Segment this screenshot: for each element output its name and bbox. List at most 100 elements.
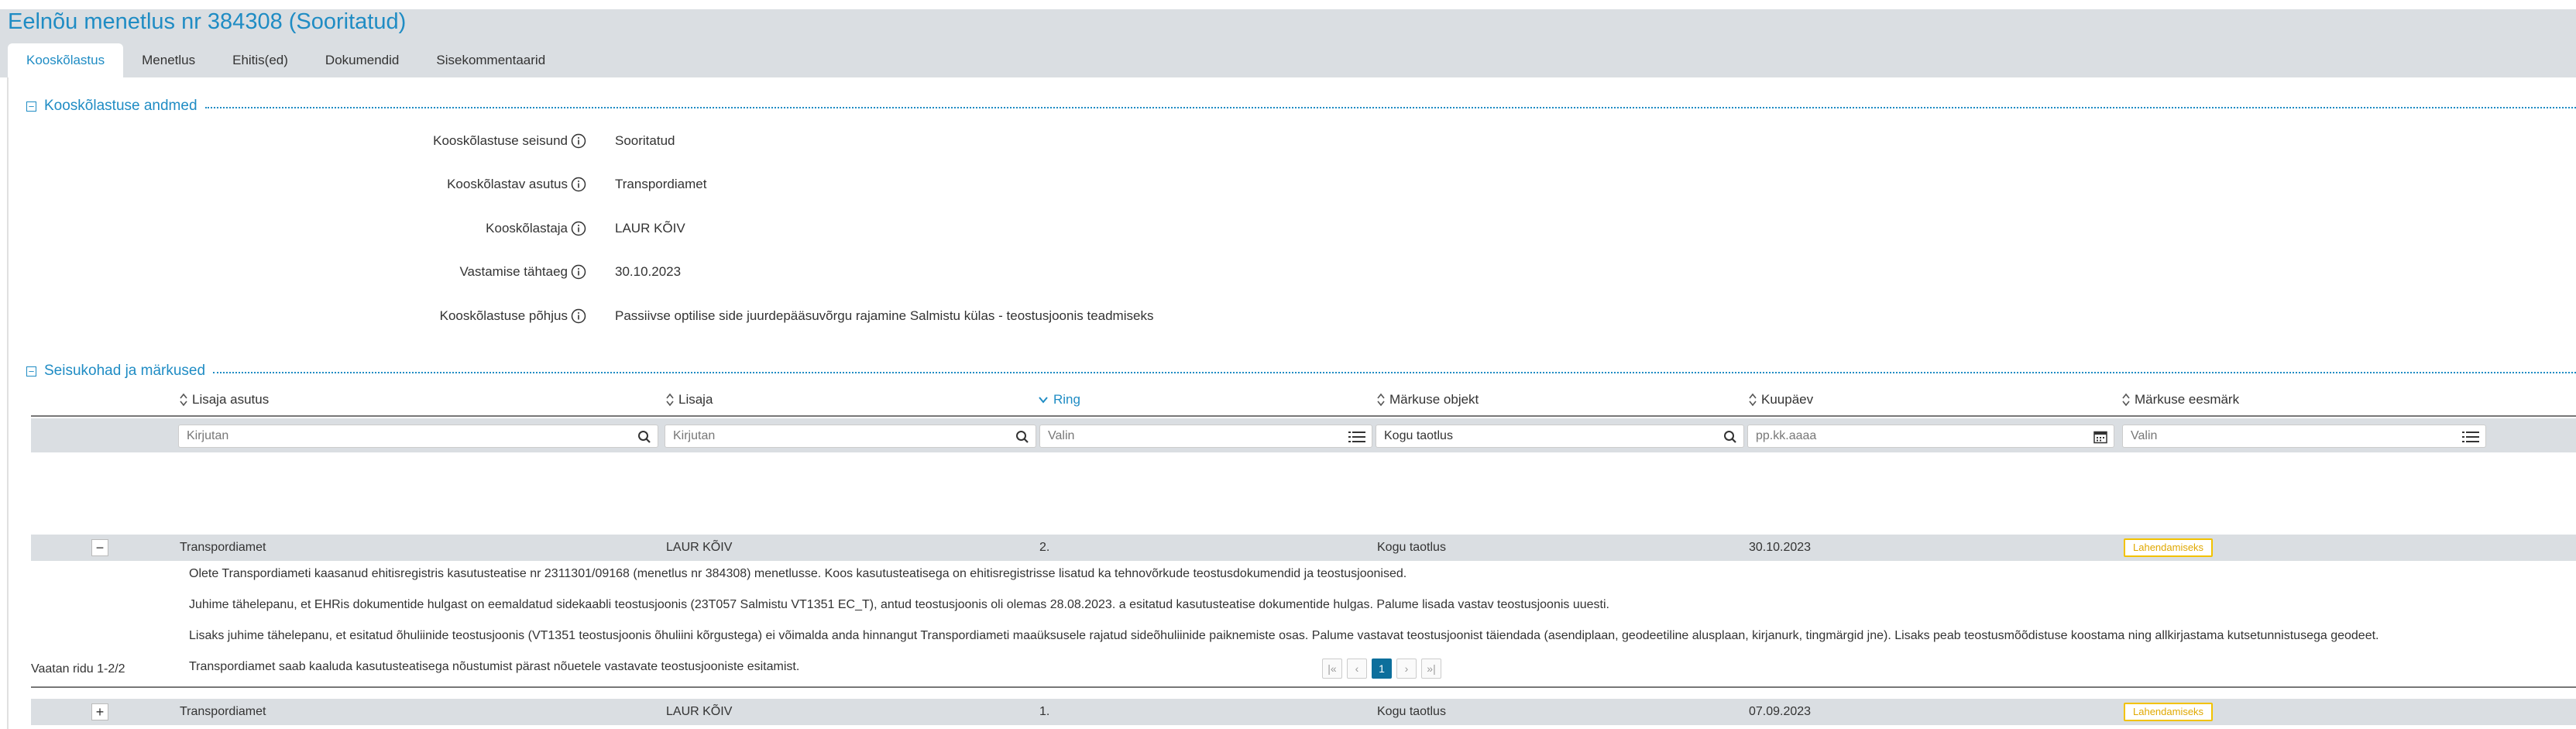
sort-icon	[180, 393, 187, 407]
grid-header: Lisaja asutus Lisaja Ring Märkuse objekt…	[31, 387, 2576, 417]
tab-sisekommentaarid[interactable]: Sisekommentaarid	[417, 43, 564, 77]
collapse-row-button[interactable]: −	[91, 539, 108, 556]
field-label: Kooskõlastuse põhjus	[439, 308, 568, 323]
filter-asutus	[178, 425, 658, 448]
cell-lisaja: LAUR KÕIV	[666, 705, 733, 718]
status-badge: Lahendamiseks	[2124, 703, 2214, 721]
section-title: Seisukohad ja märkused	[44, 363, 206, 379]
field-value: LAUR KÕIV	[615, 221, 685, 236]
tab-ehitised[interactable]: Ehitis(ed)	[214, 43, 307, 77]
column-header-markuse-eesmark[interactable]: Märkuse eesmärk	[2122, 392, 2239, 407]
table-row[interactable]: − Transpordiamet LAUR KÕIV 2. Kogu taotl…	[31, 535, 2576, 561]
pager-first-button[interactable]: |«	[1322, 659, 1342, 679]
status-badge: Lahendamiseks	[2124, 538, 2214, 557]
cell-objekt: Kogu taotlus	[1377, 705, 1446, 718]
column-label: Ring	[1053, 392, 1080, 407]
cell-ring: 2.	[1039, 541, 1050, 554]
page-header: Eelnõu menetlus nr 384308 (Sooritatud) K…	[0, 9, 2576, 77]
column-header-lisaja[interactable]: Lisaja	[666, 392, 713, 407]
calendar-icon[interactable]	[2093, 430, 2107, 444]
sort-icon	[1377, 393, 1385, 407]
cell-objekt: Kogu taotlus	[1377, 541, 1446, 554]
info-icon[interactable]	[571, 264, 586, 280]
section-divider	[213, 372, 2576, 373]
field-asutus: Kooskõlastav asutus Transpordiamet	[0, 173, 1239, 196]
sort-icon	[666, 393, 674, 407]
filter-lisaja-input[interactable]	[673, 425, 933, 447]
column-header-lisaja-asutus[interactable]: Lisaja asutus	[180, 392, 269, 407]
section-header-seisukohad: − Seisukohad ja märkused	[26, 363, 2576, 380]
cell-kuupaev: 07.09.2023	[1749, 705, 1812, 718]
column-header-ring[interactable]: Ring	[1038, 392, 1080, 407]
pager-page-1[interactable]: 1	[1372, 659, 1392, 679]
column-label: Märkuse objekt	[1389, 392, 1479, 407]
remark-paragraph: Olete Transpordiameti kaasanud ehitisreg…	[189, 567, 1407, 580]
field-label: Vastamise tähtaeg	[459, 264, 568, 279]
pagination: |« ‹ 1 › »|	[1322, 659, 1441, 679]
info-icon[interactable]	[571, 308, 586, 324]
search-icon[interactable]	[637, 430, 651, 444]
section-header-kooskolastuse-andmed: − Kooskõlastuse andmed	[26, 98, 2576, 115]
filter-asutus-input[interactable]	[187, 425, 522, 447]
collapse-toggle[interactable]: −	[26, 101, 36, 112]
remark-paragraph: Transpordiamet saab kaaluda kasutusteati…	[189, 660, 800, 673]
filter-objekt	[1376, 425, 1744, 448]
pager-next-button[interactable]: ›	[1396, 659, 1417, 679]
field-value: Sooritatud	[615, 133, 675, 148]
sort-icon	[1749, 393, 1757, 407]
field-value: Passiivse optilise side juurdepääsuvõrgu…	[615, 308, 1154, 323]
filter-lisaja	[665, 425, 1036, 448]
field-kooskolastaja: Kooskõlastaja LAUR KÕIV	[0, 217, 1239, 240]
expand-row-button[interactable]: +	[91, 703, 108, 720]
list-icon[interactable]	[2462, 430, 2479, 444]
field-label: Kooskõlastav asutus	[447, 177, 568, 191]
info-icon[interactable]	[571, 177, 586, 192]
search-icon[interactable]	[1015, 430, 1029, 444]
sort-icon	[2122, 393, 2130, 407]
field-tahtaeg: Vastamise tähtaeg 30.10.2023	[0, 260, 1239, 284]
field-label: Kooskõlastaja	[486, 221, 568, 236]
cell-lisaja: LAUR KÕIV	[666, 541, 733, 554]
field-label: Kooskõlastuse seisund	[433, 133, 568, 148]
field-value: Transpordiamet	[615, 177, 707, 191]
section-title: Kooskõlastuse andmed	[44, 98, 197, 114]
collapse-toggle[interactable]: −	[26, 366, 36, 377]
table-row[interactable]: + Transpordiamet LAUR KÕIV 1. Kogu taotl…	[31, 699, 2576, 725]
pager-last-button[interactable]: »|	[1421, 659, 1441, 679]
column-label: Kuupäev	[1761, 392, 1814, 407]
main-content: − Kooskõlastuse andmed Kooskõlastuse sei…	[0, 77, 2576, 729]
column-label: Märkuse eesmärk	[2135, 392, 2240, 407]
column-header-kuupaev[interactable]: Kuupäev	[1749, 392, 1813, 407]
section-divider	[204, 107, 2576, 108]
tab-dokumendid[interactable]: Dokumendid	[307, 43, 417, 77]
cell-kuupaev: 30.10.2023	[1749, 541, 1812, 554]
remark-paragraph: Juhime tähelepanu, et EHRis dokumentide …	[189, 598, 1609, 611]
pager-prev-button[interactable]: ‹	[1347, 659, 1367, 679]
filter-kuupaev-input[interactable]	[1756, 425, 2012, 447]
filter-eesmark	[2122, 425, 2486, 448]
remark-paragraph: Lisaks juhime tähelepanu, et esitatud õh…	[189, 629, 2379, 642]
field-pohjus: Kooskõlastuse põhjus Passiivse optilise …	[0, 304, 1239, 328]
cell-ring: 1.	[1039, 705, 1050, 718]
search-icon[interactable]	[1723, 430, 1737, 444]
filter-objekt-input[interactable]	[1384, 425, 1641, 447]
filter-ring	[1039, 425, 1372, 448]
tab-menetlus[interactable]: Menetlus	[123, 43, 214, 77]
tab-kooskolastus[interactable]: Kooskõlastus	[8, 43, 124, 77]
page-title: Eelnõu menetlus nr 384308 (Sooritatud)	[8, 9, 407, 34]
row-count-text: Vaatan ridu 1-2/2	[31, 662, 125, 676]
column-label: Lisaja asutus	[192, 392, 270, 407]
filter-kuupaev	[1747, 425, 2114, 448]
top-strip	[0, 0, 2576, 9]
cell-asutus: Transpordiamet	[180, 705, 266, 718]
info-icon[interactable]	[571, 133, 586, 149]
tab-bar: Kooskõlastus Menetlus Ehitis(ed) Dokumen…	[8, 43, 564, 77]
filter-row	[31, 418, 2576, 452]
cell-asutus: Transpordiamet	[180, 541, 266, 554]
field-value: 30.10.2023	[615, 264, 682, 279]
filter-eesmark-input[interactable]	[2131, 425, 2385, 447]
list-icon[interactable]	[1348, 430, 1365, 444]
info-icon[interactable]	[571, 221, 586, 236]
column-header-markuse-objekt[interactable]: Märkuse objekt	[1377, 392, 1479, 407]
filter-ring-input[interactable]	[1048, 425, 1280, 447]
